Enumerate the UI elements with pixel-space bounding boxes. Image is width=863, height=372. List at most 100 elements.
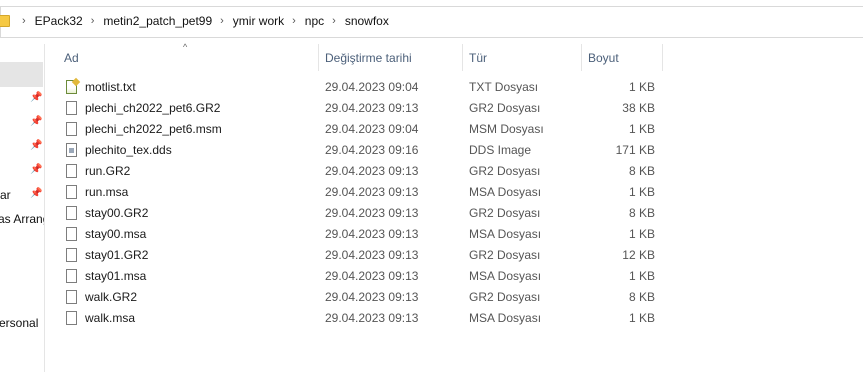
file-name[interactable]: plechi_ch2022_pet6.GR2 bbox=[85, 101, 220, 115]
file-size: 171 KB bbox=[615, 143, 655, 157]
file-type: MSA Dosyası bbox=[469, 269, 542, 283]
file-date: 29.04.2023 09:13 bbox=[325, 269, 419, 283]
file-date: 29.04.2023 09:13 bbox=[325, 185, 419, 199]
file-icon bbox=[66, 185, 77, 199]
breadcrumb-epack32[interactable]: EPack32 bbox=[35, 14, 83, 28]
nav-item-personal[interactable]: ersonal bbox=[0, 316, 38, 330]
file-size: 1 KB bbox=[628, 122, 655, 136]
breadcrumb-snowfox[interactable]: snowfox bbox=[345, 14, 389, 28]
nav-item-arrang[interactable]: as Arrang bbox=[0, 212, 44, 226]
file-type: GR2 Dosyası bbox=[469, 101, 541, 115]
file-row[interactable]: plechi_ch2022_pet6.GR2 29.04.2023 09:13 … bbox=[60, 98, 665, 119]
file-row[interactable]: motlist.txt 29.04.2023 09:04 TXT Dosyası… bbox=[60, 77, 665, 98]
column-divider[interactable] bbox=[581, 44, 582, 71]
address-bar[interactable]: › EPack32 › metin2_patch_pet99 › ymir wo… bbox=[0, 0, 863, 44]
file-date: 29.04.2023 09:13 bbox=[325, 164, 419, 178]
column-divider[interactable] bbox=[662, 44, 663, 71]
file-row[interactable]: stay01.GR2 29.04.2023 09:13 GR2 Dosyası … bbox=[60, 245, 665, 266]
nav-selected-item[interactable] bbox=[0, 62, 43, 87]
file-row[interactable]: plechito_tex.dds 29.04.2023 09:16 DDS Im… bbox=[60, 140, 665, 161]
column-header-name[interactable]: Ad bbox=[64, 51, 79, 65]
file-size: 1 KB bbox=[628, 311, 655, 325]
chevron-right-icon[interactable]: › bbox=[292, 15, 296, 27]
file-date: 29.04.2023 09:04 bbox=[325, 122, 419, 136]
file-name[interactable]: walk.msa bbox=[85, 311, 135, 325]
file-size: 12 KB bbox=[622, 248, 655, 262]
file-type: GR2 Dosyası bbox=[469, 290, 541, 304]
file-type: MSA Dosyası bbox=[469, 227, 542, 241]
file-date: 29.04.2023 09:13 bbox=[325, 248, 419, 262]
navigation-pane[interactable]: 📌 📌 📌 📌 📌 ar as Arrang ersonal bbox=[0, 44, 45, 372]
file-type: MSA Dosyası bbox=[469, 185, 542, 199]
file-name[interactable]: walk.GR2 bbox=[85, 290, 137, 304]
pin-icon[interactable]: 📌 bbox=[30, 188, 42, 200]
file-icon bbox=[66, 206, 77, 220]
file-date: 29.04.2023 09:13 bbox=[325, 206, 419, 220]
file-name[interactable]: stay00.GR2 bbox=[85, 206, 148, 220]
file-row[interactable]: stay00.msa 29.04.2023 09:13 MSA Dosyası … bbox=[60, 224, 665, 245]
file-icon bbox=[66, 227, 77, 241]
chevron-right-icon[interactable]: › bbox=[22, 15, 26, 27]
column-header-date[interactable]: Değiştirme tarihi bbox=[325, 51, 412, 65]
file-row[interactable]: stay01.msa 29.04.2023 09:13 MSA Dosyası … bbox=[60, 266, 665, 287]
file-name[interactable]: run.msa bbox=[85, 185, 128, 199]
file-row[interactable]: plechi_ch2022_pet6.msm 29.04.2023 09:04 … bbox=[60, 119, 665, 140]
file-date: 29.04.2023 09:16 bbox=[325, 143, 419, 157]
file-date: 29.04.2023 09:13 bbox=[325, 290, 419, 304]
pin-icon[interactable]: 📌 bbox=[30, 140, 42, 152]
chevron-right-icon[interactable]: › bbox=[91, 15, 95, 27]
file-row[interactable]: stay00.GR2 29.04.2023 09:13 GR2 Dosyası … bbox=[60, 203, 665, 224]
file-size: 1 KB bbox=[628, 227, 655, 241]
file-row[interactable]: run.GR2 29.04.2023 09:13 GR2 Dosyası 8 K… bbox=[60, 161, 665, 182]
file-icon bbox=[66, 164, 77, 178]
file-type: MSA Dosyası bbox=[469, 311, 542, 325]
breadcrumb-npc[interactable]: npc bbox=[305, 14, 324, 28]
file-name[interactable]: plechi_ch2022_pet6.msm bbox=[85, 122, 222, 136]
file-date: 29.04.2023 09:13 bbox=[325, 311, 419, 325]
file-name[interactable]: stay01.msa bbox=[85, 269, 146, 283]
folder-icon bbox=[0, 15, 10, 27]
file-size: 1 KB bbox=[628, 269, 655, 283]
file-type: GR2 Dosyası bbox=[469, 164, 541, 178]
file-icon bbox=[66, 290, 77, 304]
file-name[interactable]: stay00.msa bbox=[85, 227, 146, 241]
file-size: 1 KB bbox=[628, 80, 655, 94]
file-type: MSM Dosyası bbox=[469, 122, 544, 136]
file-date: 29.04.2023 09:04 bbox=[325, 80, 419, 94]
column-divider[interactable] bbox=[318, 44, 319, 71]
file-type: TXT Dosyası bbox=[469, 80, 539, 94]
file-name[interactable]: stay01.GR2 bbox=[85, 248, 148, 262]
nav-item-ar[interactable]: ar bbox=[0, 188, 11, 202]
breadcrumb: › EPack32 › metin2_patch_pet99 › ymir wo… bbox=[14, 14, 389, 28]
image-file-icon bbox=[66, 143, 77, 157]
file-size: 8 KB bbox=[628, 290, 655, 304]
chevron-right-icon[interactable]: › bbox=[220, 15, 224, 27]
column-header-size[interactable]: Boyut bbox=[588, 51, 619, 65]
file-icon bbox=[66, 248, 77, 262]
file-type: DDS Image bbox=[469, 143, 532, 157]
file-name[interactable]: plechito_tex.dds bbox=[85, 143, 172, 157]
breadcrumb-ymir-work[interactable]: ymir work bbox=[233, 14, 284, 28]
file-size: 8 KB bbox=[628, 164, 655, 178]
file-type: GR2 Dosyası bbox=[469, 206, 541, 220]
sort-ascending-icon: ^ bbox=[183, 42, 188, 52]
column-divider[interactable] bbox=[462, 44, 463, 71]
file-size: 1 KB bbox=[628, 185, 655, 199]
chevron-right-icon[interactable]: › bbox=[332, 15, 336, 27]
file-date: 29.04.2023 09:13 bbox=[325, 101, 419, 115]
file-row[interactable]: walk.msa 29.04.2023 09:13 MSA Dosyası 1 … bbox=[60, 308, 665, 329]
file-name[interactable]: motlist.txt bbox=[85, 80, 136, 94]
file-row[interactable]: run.msa 29.04.2023 09:13 MSA Dosyası 1 K… bbox=[60, 182, 665, 203]
file-name[interactable]: run.GR2 bbox=[85, 164, 130, 178]
file-icon bbox=[66, 311, 77, 325]
file-icon bbox=[66, 269, 77, 283]
file-type: GR2 Dosyası bbox=[469, 248, 541, 262]
file-icon bbox=[66, 122, 77, 136]
pin-icon[interactable]: 📌 bbox=[30, 92, 42, 104]
breadcrumb-metin2-patch[interactable]: metin2_patch_pet99 bbox=[103, 14, 212, 28]
pin-icon[interactable]: 📌 bbox=[30, 164, 42, 176]
file-row[interactable]: walk.GR2 29.04.2023 09:13 GR2 Dosyası 8 … bbox=[60, 287, 665, 308]
column-header-type[interactable]: Tür bbox=[469, 51, 487, 65]
file-size: 38 KB bbox=[622, 101, 655, 115]
pin-icon[interactable]: 📌 bbox=[30, 116, 42, 128]
